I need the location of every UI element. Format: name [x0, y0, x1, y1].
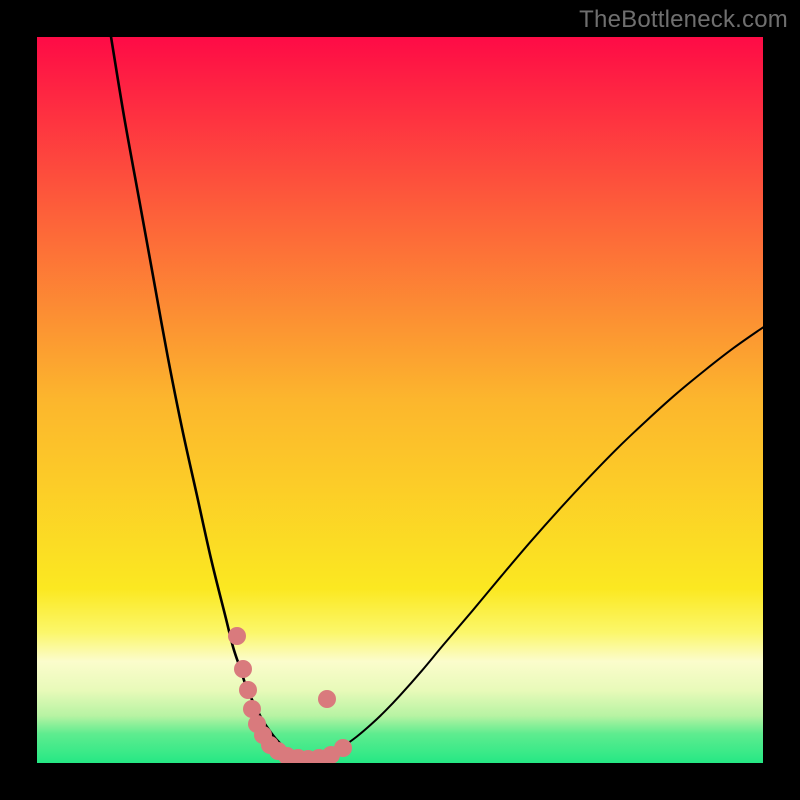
data-point[interactable]	[334, 739, 352, 757]
chart-frame: TheBottleneck.com	[0, 0, 800, 800]
right-curve	[306, 327, 763, 760]
data-point[interactable]	[228, 627, 246, 645]
watermark-text: TheBottleneck.com	[579, 6, 788, 34]
plot-area	[37, 37, 763, 763]
bottleneck-curves	[37, 37, 763, 763]
left-curve	[111, 37, 298, 757]
data-point[interactable]	[234, 660, 252, 678]
